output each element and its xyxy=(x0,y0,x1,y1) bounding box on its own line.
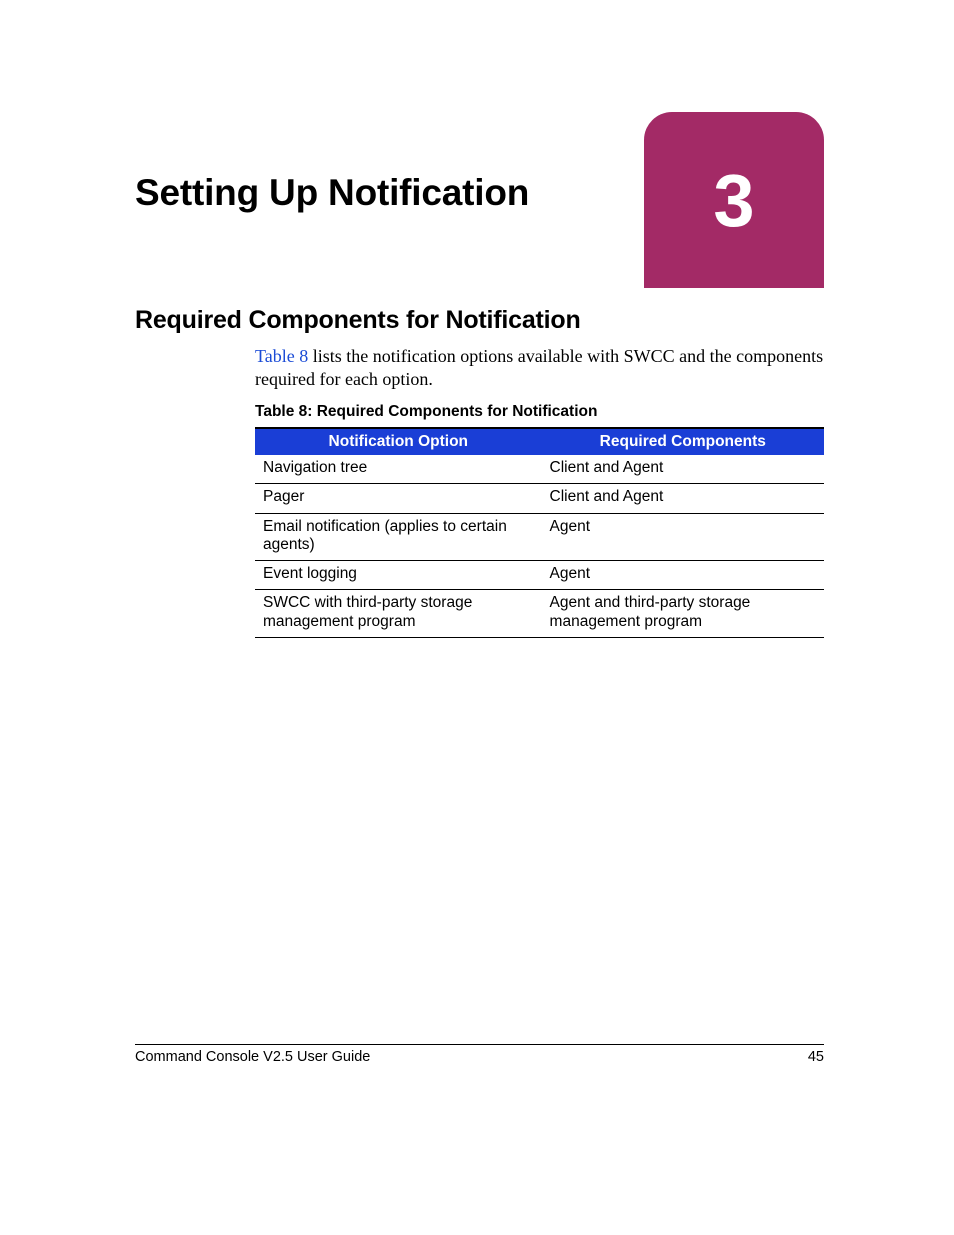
page: Setting Up Notification 3 Required Compo… xyxy=(0,0,954,1235)
chapter-header: Setting Up Notification 3 xyxy=(135,120,824,300)
footer-title: Command Console V2.5 User Guide xyxy=(135,1049,370,1065)
page-footer: Command Console V2.5 User Guide 45 xyxy=(135,1044,824,1065)
cell-option: SWCC with third-party storage management… xyxy=(255,590,542,638)
cell-components: Agent xyxy=(542,513,824,561)
chapter-tab: 3 xyxy=(644,112,824,288)
table-header-row: Notification Option Required Components xyxy=(255,428,824,455)
cell-option: Event logging xyxy=(255,561,542,590)
cell-option: Navigation tree xyxy=(255,455,542,484)
table-row: Pager Client and Agent xyxy=(255,484,824,513)
chapter-number: 3 xyxy=(713,158,754,243)
table-row: SWCC with third-party storage management… xyxy=(255,590,824,638)
intro-paragraph: Table 8 lists the notification options a… xyxy=(255,345,824,391)
components-table: Notification Option Required Components … xyxy=(255,427,824,638)
intro-text: lists the notification options available… xyxy=(255,346,823,389)
body-block: Table 8 lists the notification options a… xyxy=(255,345,824,638)
cell-components: Agent and third-party storage management… xyxy=(542,590,824,638)
cell-option: Pager xyxy=(255,484,542,513)
cell-components: Client and Agent xyxy=(542,455,824,484)
page-number: 45 xyxy=(808,1049,824,1065)
col-header-option: Notification Option xyxy=(255,428,542,455)
table-row: Email notification (applies to certain a… xyxy=(255,513,824,561)
table-row: Navigation tree Client and Agent xyxy=(255,455,824,484)
cell-components: Client and Agent xyxy=(542,484,824,513)
chapter-title: Setting Up Notification xyxy=(135,172,529,214)
cell-components: Agent xyxy=(542,561,824,590)
section-title: Required Components for Notification xyxy=(135,306,824,335)
table-row: Event logging Agent xyxy=(255,561,824,590)
table-caption: Table 8: Required Components for Notific… xyxy=(255,403,824,421)
table-crossref[interactable]: Table 8 xyxy=(255,346,308,366)
cell-option: Email notification (applies to certain a… xyxy=(255,513,542,561)
col-header-components: Required Components xyxy=(542,428,824,455)
